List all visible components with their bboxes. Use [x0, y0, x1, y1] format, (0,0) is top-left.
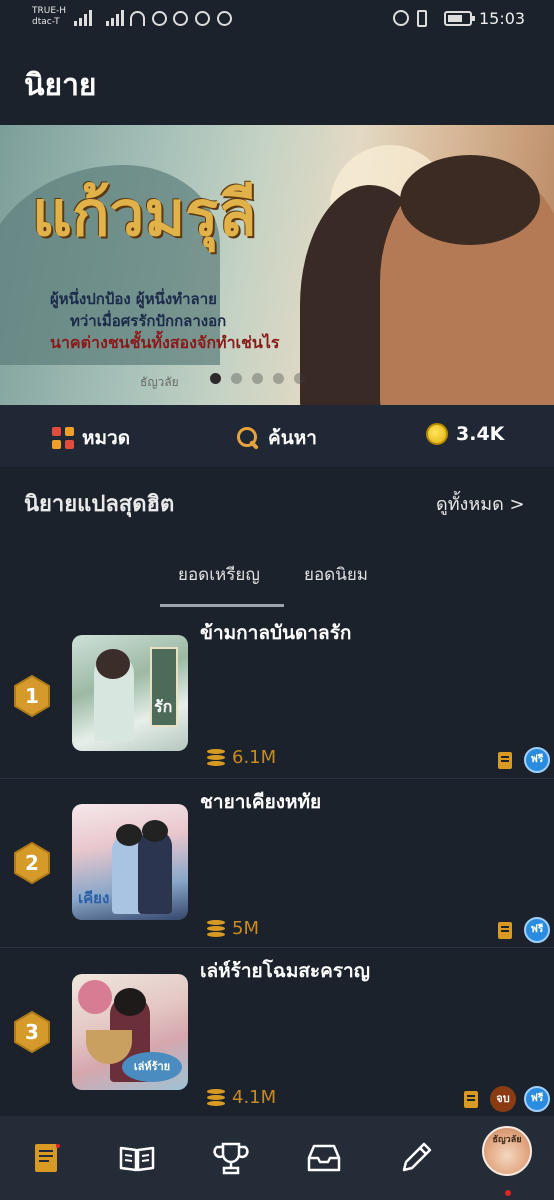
banner-art-hair	[400, 155, 540, 245]
banner-tagline-3: นาคต่างชนชั้นทั้งสองจักทำเช่นไร	[50, 333, 280, 352]
inbox-icon[interactable]	[304, 1138, 344, 1178]
search-label: ค้นหา	[268, 427, 317, 449]
search-button[interactable]: ค้นหา	[236, 423, 317, 453]
book-cover[interactable]: รัก	[72, 635, 188, 751]
list-item[interactable]: 3 เล่ห์ร้าย เล่ห์ร้ายโฉมสะคราญ 4.1M จบ ฟ…	[0, 948, 554, 1117]
page-title: นิยาย	[24, 68, 97, 103]
tab-popular[interactable]: ยอดนิยม	[304, 561, 368, 588]
alarm-icon	[393, 10, 409, 26]
banner-tagline-1: ผู้หนึ่งปกป้อง ผู้หนึ่งทำลาย	[50, 290, 217, 308]
vibrate-icon	[417, 10, 427, 27]
banner-pagination	[210, 373, 305, 384]
coin-count-value: 4.1M	[232, 1087, 277, 1108]
pagination-dot[interactable]	[231, 373, 242, 384]
coin-icon	[426, 423, 448, 445]
book-cover[interactable]: เล่ห์ร้าย	[72, 974, 188, 1090]
coins-stack-icon	[206, 1087, 226, 1108]
carrier-info: TRUE-H dtac-T	[32, 6, 66, 28]
trophy-icon[interactable]	[211, 1138, 251, 1178]
reading-icon[interactable]	[117, 1138, 157, 1178]
pagination-dot[interactable]	[252, 373, 263, 384]
rank-number: 3	[25, 1020, 39, 1044]
quick-nav: หมวด ค้นหา 3.4K	[0, 405, 554, 467]
promo-banner[interactable]: แก้วมรุลี ผู้หนึ่งปกป้อง ผู้หนึ่งทำลาย ท…	[0, 125, 554, 405]
bottom-navigation	[0, 1116, 554, 1200]
status-bar: TRUE-H dtac-T 15:03	[0, 0, 554, 38]
free-badge: ฟรี	[524, 1086, 550, 1112]
coin-balance: 3.4K	[456, 423, 505, 445]
free-badge: ฟรี	[524, 747, 550, 773]
category-grid-icon	[52, 427, 74, 449]
app-notification-icon	[217, 11, 232, 26]
carrier-secondary: dtac-T	[32, 17, 60, 27]
novel-type-icon	[464, 1091, 478, 1108]
book-title[interactable]: ชายาเคียงหทัย	[200, 787, 321, 817]
list-item[interactable]: 2 เคียง ชายาเคียงหทัย 5M ฟรี	[0, 779, 554, 948]
banner-tagline-2: ทว่าเมื่อศรรักปักกลางอก	[70, 312, 227, 330]
wifi-icon	[130, 11, 145, 26]
category-label: หมวด	[82, 427, 131, 449]
book-title[interactable]: เล่ห์ร้ายโฉมสะคราญ	[200, 956, 370, 986]
signal-icon-2	[106, 10, 124, 26]
free-badge: ฟรี	[524, 917, 550, 943]
book-title[interactable]: ข้ามกาลบันดาลรัก	[200, 618, 351, 648]
chat-icon	[173, 11, 188, 26]
section-title: นิยายแปลสุดฮิต	[24, 492, 175, 517]
rank-badge: 2	[11, 842, 53, 884]
banner-author: ธัญวลัย	[140, 375, 179, 389]
coin-count: 6.1M	[206, 747, 276, 768]
category-button[interactable]: หมวด	[52, 423, 130, 453]
battery-icon	[444, 11, 475, 26]
coin-count: 5M	[206, 918, 259, 939]
coins-stack-icon	[206, 918, 226, 939]
list-item[interactable]: 1 รัก ข้ามกาลบันดาลรัก 6.1M ฟรี	[0, 610, 554, 779]
rank-badge: 3	[11, 1011, 53, 1053]
novel-type-icon	[498, 922, 512, 939]
clock: 15:03	[479, 9, 526, 28]
messenger-icon	[195, 11, 210, 26]
coins-stack-icon	[206, 747, 226, 768]
novel-icon[interactable]	[27, 1138, 67, 1178]
coin-count: 4.1M	[206, 1087, 276, 1108]
signal-icon	[74, 10, 92, 26]
tab-top-coins[interactable]: ยอดเหรียญ	[178, 561, 260, 588]
carrier-primary: TRUE-H	[32, 6, 67, 16]
pagination-dot[interactable]	[273, 373, 284, 384]
pencil-icon[interactable]	[396, 1138, 436, 1178]
banner-title: แก้วมรุลี	[32, 177, 257, 250]
coin-balance-button[interactable]: 3.4K	[426, 423, 504, 445]
see-all-link[interactable]: ดูทั้งหมด >	[436, 489, 525, 518]
media-icon	[152, 11, 167, 26]
completed-badge: จบ	[490, 1086, 516, 1112]
rank-number: 2	[25, 851, 39, 875]
coin-count-value: 5M	[232, 918, 259, 939]
active-tab-indicator	[160, 604, 284, 607]
avatar-label: ธัญวลัย	[492, 1135, 522, 1145]
pagination-dot[interactable]	[210, 373, 221, 384]
pagination-dot[interactable]	[294, 373, 305, 384]
coin-count-value: 6.1M	[232, 747, 277, 768]
rank-badge: 1	[11, 675, 53, 717]
book-cover[interactable]: เคียง	[72, 804, 188, 920]
novel-type-icon	[498, 752, 512, 769]
notification-dot	[505, 1190, 511, 1196]
search-icon	[236, 426, 260, 450]
rank-number: 1	[25, 684, 39, 708]
